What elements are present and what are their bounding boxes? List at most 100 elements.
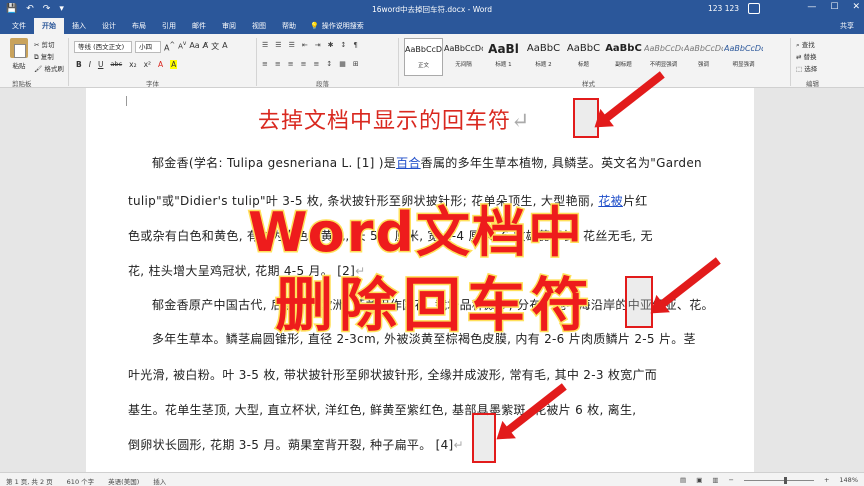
window-controls: — ☐ ✕ xyxy=(807,2,860,12)
tab-insert[interactable]: 插入 xyxy=(64,18,94,34)
tab-references[interactable]: 引用 xyxy=(154,18,184,34)
share-button[interactable]: 共享 xyxy=(840,21,854,31)
distributed-button[interactable]: ≡ xyxy=(314,60,320,68)
text-effects-button[interactable]: A xyxy=(158,60,163,69)
tab-design[interactable]: 设计 xyxy=(94,18,124,34)
cut-button[interactable]: ✂ 剪切 xyxy=(34,39,64,51)
tab-home[interactable]: 开始 xyxy=(34,18,64,34)
tab-help[interactable]: 帮助 xyxy=(274,18,304,34)
minimize-button[interactable]: — xyxy=(807,2,816,12)
superscript-button[interactable]: x² xyxy=(144,60,151,69)
read-mode-icon[interactable]: ▤ xyxy=(680,476,686,484)
align-left-button[interactable]: ≡ xyxy=(262,60,268,68)
tell-me-label: 操作说明搜索 xyxy=(321,22,364,30)
ribbon-display-icon[interactable] xyxy=(748,3,760,14)
style-heading-1[interactable]: AaBl 标题 1 xyxy=(484,38,523,76)
tab-view[interactable]: 视图 xyxy=(244,18,274,34)
char-border-icon[interactable]: A xyxy=(222,41,227,53)
font-name-select[interactable]: 等线 (西文正文) xyxy=(74,41,132,53)
style-name: 无间隔 xyxy=(455,62,472,68)
style-intense-emphasis[interactable]: AaBbCcDc 明显强调 xyxy=(724,38,763,76)
strikethrough-button[interactable]: abc xyxy=(110,60,122,69)
italic-button[interactable]: I xyxy=(89,60,91,69)
highlight-button[interactable]: A xyxy=(170,60,178,69)
find-button[interactable]: ⌕ 查找 xyxy=(796,39,817,51)
bullets-button[interactable]: ☰ xyxy=(262,41,268,49)
style-name: 副标题 xyxy=(615,62,632,68)
format-painter-button[interactable]: 🖌 格式刷 xyxy=(34,63,64,75)
tab-review[interactable]: 审阅 xyxy=(214,18,244,34)
copy-button[interactable]: ⧉ 复制 xyxy=(34,51,64,63)
asian-layout-button[interactable]: ✱ xyxy=(328,41,334,49)
style-emphasis[interactable]: AaBbCcDc 强调 xyxy=(684,38,723,76)
print-layout-icon[interactable]: ▣ xyxy=(696,476,702,484)
styles-group-label: 样式 xyxy=(582,80,595,88)
zoom-in-icon[interactable]: + xyxy=(824,476,829,484)
zoom-level[interactable]: 148% xyxy=(839,476,858,484)
style-heading-2[interactable]: AaBbC 标题 2 xyxy=(524,38,563,76)
style-no-spacing[interactable]: AaBbCcDc 无间隔 xyxy=(444,38,483,76)
font-size-select[interactable]: 小四 xyxy=(135,41,161,53)
clipboard-actions: ✂ 剪切 ⧉ 复制 🖌 格式刷 xyxy=(34,39,64,75)
shrink-font-icon[interactable]: Av xyxy=(178,41,186,53)
zoom-slider[interactable] xyxy=(743,476,814,484)
line-spacing-button[interactable]: ↕ xyxy=(326,60,332,68)
insert-mode[interactable]: 插入 xyxy=(153,476,166,486)
word-count[interactable]: 610 个字 xyxy=(67,476,94,486)
tab-file[interactable]: 文件 xyxy=(4,18,34,34)
tell-me-search[interactable]: 💡 操作说明搜索 xyxy=(310,21,364,31)
sort-button[interactable]: ↕ xyxy=(340,41,346,49)
document-line[interactable]: 基生。花单生茎顶, 大型, 直立杯状, 洋红色, 鲜黄至紫红色, 基部具墨紫斑,… xyxy=(128,401,636,418)
document-heading[interactable]: 去掉文档中显示的回车符↵ xyxy=(258,103,530,135)
paragraph-row-2: ≡ ≡ ≡ ≡ ≡ ↕ ▦ ⊞ xyxy=(262,60,359,68)
font-group-label: 字体 xyxy=(146,80,159,88)
page-count[interactable]: 第 1 页, 共 2 页 xyxy=(6,476,53,486)
select-button[interactable]: ⬚ 选择 xyxy=(796,63,817,75)
styles-gallery: AaBbCcDc 正文 AaBbCcDc 无间隔 AaBl 标题 1 AaBbC 标题 … xyxy=(404,38,766,76)
maximize-button[interactable]: ☐ xyxy=(830,2,838,12)
close-button[interactable]: ✕ xyxy=(852,2,860,12)
style-name: 标题 2 xyxy=(535,62,552,68)
hyperlink[interactable]: 花被 xyxy=(598,194,623,208)
font-case-icon[interactable]: Aa xyxy=(189,41,199,53)
bold-button[interactable]: B xyxy=(76,60,82,69)
zoom-out-icon[interactable]: − xyxy=(729,476,734,484)
web-layout-icon[interactable]: ▥ xyxy=(712,476,718,484)
document-line[interactable]: 叶光滑, 被白粉。叶 3-5 枚, 带状披针形至卵状披针形, 全缘并成波形, 常… xyxy=(128,366,657,383)
overlay-caption-line-2: 删除回车符 xyxy=(273,270,596,341)
tab-layout[interactable]: 布局 xyxy=(124,18,154,34)
paste-button[interactable]: 粘贴 xyxy=(6,38,32,70)
tab-mailings[interactable]: 邮件 xyxy=(184,18,214,34)
shading-button[interactable]: ▦ xyxy=(339,60,346,68)
hyperlink[interactable]: 百合 xyxy=(396,156,421,170)
style-subtitle[interactable]: AaBbC 副标题 xyxy=(604,38,643,76)
line-text: 郁金香(学名: Tulipa gesneriana L. [1] )是 xyxy=(152,156,397,170)
borders-button[interactable]: ⊞ xyxy=(353,60,359,68)
clear-format-icon[interactable]: A̸ xyxy=(203,41,208,53)
increase-indent-button[interactable]: ⇥ xyxy=(315,41,321,49)
document-line[interactable]: 郁金香(学名: Tulipa gesneriana L. [1] )是百合香属的… xyxy=(152,154,702,171)
phonetic-guide-icon[interactable]: 文 xyxy=(211,41,219,53)
paragraph-row-1: ☰ ☰ ☰ ⇤ ⇥ ✱ ↕ ¶ xyxy=(262,41,358,49)
language[interactable]: 英语(美国) xyxy=(108,476,139,486)
decrease-indent-button[interactable]: ⇤ xyxy=(302,41,308,49)
show-marks-button[interactable]: ¶ xyxy=(353,41,357,49)
style-sample: AaBbCcDc xyxy=(405,45,442,54)
align-right-button[interactable]: ≡ xyxy=(288,60,294,68)
grow-font-icon[interactable]: A^ xyxy=(164,41,175,53)
align-center-button[interactable]: ≡ xyxy=(275,60,281,68)
replace-button[interactable]: ⇄ 替换 xyxy=(796,51,817,63)
subscript-button[interactable]: x₂ xyxy=(129,60,136,69)
numbering-button[interactable]: ☰ xyxy=(275,41,281,49)
multilevel-button[interactable]: ☰ xyxy=(289,41,295,49)
document-line[interactable]: 倒卵状长圆形, 花期 3-5 月。蒴果室背开裂, 种子扁平。 [4]↵ xyxy=(128,436,464,453)
clipboard-group-label: 剪贴板 xyxy=(12,80,32,88)
justify-button[interactable]: ≡ xyxy=(301,60,307,68)
return-mark-icon: ↵ xyxy=(511,109,531,134)
style-title[interactable]: AaBbC 标题 xyxy=(564,38,603,76)
style-normal[interactable]: AaBbCcDc 正文 xyxy=(404,38,443,76)
user-name[interactable]: 123 123 xyxy=(708,4,739,13)
style-subtle-emphasis[interactable]: AaBbCcDc 不明显强调 xyxy=(644,38,683,76)
cut-label: 剪切 xyxy=(41,41,55,49)
underline-button[interactable]: U xyxy=(98,60,104,69)
